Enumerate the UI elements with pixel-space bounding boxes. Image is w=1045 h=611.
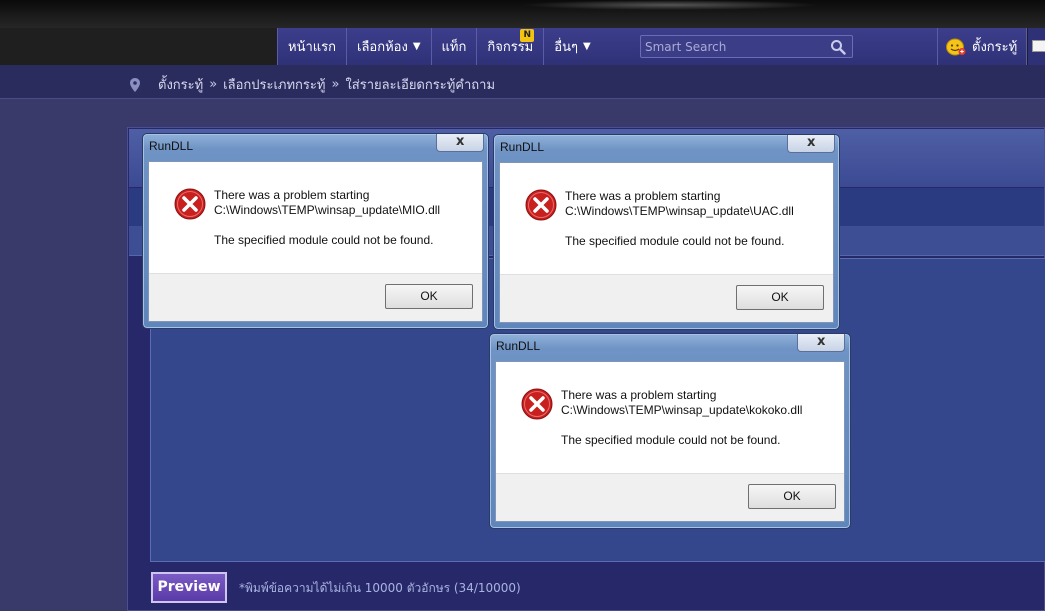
error-icon bbox=[525, 189, 557, 221]
breadcrumb-current: ใส่รายละเอียดกระทู้คำถาม bbox=[345, 78, 496, 93]
new-topic-button[interactable]: ตั้งกระทู้ bbox=[937, 28, 1027, 65]
new-topic-label: ตั้งกระทู้ bbox=[972, 40, 1018, 55]
char-counter: *พิมพ์ข้อความได้ไม่เกิน 10000 ตัวอักษร (… bbox=[239, 581, 521, 595]
close-icon: x bbox=[807, 135, 816, 150]
dialog-message-area: There was a problem starting C:\Windows\… bbox=[149, 162, 482, 274]
error-detail: The specified module could not be found. bbox=[561, 433, 781, 447]
search-icon[interactable] bbox=[830, 39, 846, 55]
breadcrumb: ตั้งกระทู้ » เลือกประเภทกระทู้ » ใส่รายล… bbox=[130, 74, 495, 95]
dialog-footer: OK bbox=[496, 473, 844, 521]
breadcrumb-separator: » bbox=[331, 77, 340, 92]
site-banner bbox=[0, 0, 1045, 28]
error-path: C:\Windows\TEMP\winsap_update\kokoko.dll bbox=[561, 403, 803, 417]
ok-button[interactable]: OK bbox=[736, 285, 824, 310]
error-path: C:\Windows\TEMP\winsap_update\MIO.dll bbox=[214, 203, 441, 217]
dialog-footer: OK bbox=[500, 274, 833, 322]
breadcrumb-link[interactable]: ตั้งกระทู้ bbox=[158, 74, 203, 95]
nav-bar: หน้าแรก เลือกห้อง ▼ แท็ก กิจกรรม N อื่นๆ… bbox=[0, 28, 1045, 65]
breadcrumb-separator: » bbox=[209, 77, 218, 92]
ok-button[interactable]: OK bbox=[748, 484, 836, 509]
dialog-message-area: There was a problem starting C:\Windows\… bbox=[500, 163, 833, 275]
nav-item-label: เลือกห้อง bbox=[357, 40, 408, 55]
dialog-message-area: There was a problem starting C:\Windows\… bbox=[496, 362, 844, 474]
error-message: There was a problem starting bbox=[561, 388, 717, 402]
error-icon bbox=[174, 188, 206, 220]
chevron-down-icon: ▼ bbox=[412, 41, 421, 52]
nav-item-label: หน้าแรก bbox=[288, 40, 336, 55]
nav-item-rooms[interactable]: เลือกห้อง ▼ bbox=[347, 28, 432, 65]
nav-item-activities[interactable]: กิจกรรม N bbox=[477, 28, 545, 65]
search-box bbox=[640, 35, 853, 58]
nav-menu: หน้าแรก เลือกห้อง ▼ แท็ก กิจกรรม N อื่นๆ… bbox=[277, 28, 602, 65]
dialog-body: There was a problem starting C:\Windows\… bbox=[148, 161, 483, 322]
error-detail: The specified module could not be found. bbox=[214, 233, 434, 247]
error-message: There was a problem starting bbox=[214, 188, 370, 202]
close-button[interactable]: x bbox=[436, 134, 484, 152]
rundll-dialog-mio: RunDLL x There was a problem starting C:… bbox=[142, 133, 489, 329]
location-pin-icon bbox=[130, 77, 140, 92]
error-message: There was a problem starting bbox=[565, 189, 721, 203]
smiley-plus-icon bbox=[946, 38, 966, 55]
dialog-body: There was a problem starting C:\Windows\… bbox=[499, 162, 834, 323]
close-button[interactable]: x bbox=[797, 334, 845, 352]
rundll-dialog-kokoko: RunDLL x There was a problem starting C:… bbox=[489, 333, 851, 529]
error-path: C:\Windows\TEMP\winsap_update\UAC.dll bbox=[565, 204, 794, 218]
breadcrumb-bar: ตั้งกระทู้ » เลือกประเภทกระทู้ » ใส่รายล… bbox=[0, 65, 1045, 99]
ok-button[interactable]: OK bbox=[385, 284, 473, 309]
new-badge: N bbox=[520, 29, 535, 42]
dialog-footer: OK bbox=[149, 273, 482, 321]
error-icon bbox=[521, 388, 553, 420]
dialog-title: RunDLL bbox=[500, 140, 545, 154]
preview-button[interactable]: Preview bbox=[151, 572, 227, 603]
error-detail: The specified module could not be found. bbox=[565, 234, 785, 248]
close-button[interactable]: x bbox=[787, 135, 835, 153]
dialog-body: There was a problem starting C:\Windows\… bbox=[495, 361, 845, 522]
dialog-title: RunDLL bbox=[496, 339, 541, 353]
nav-item-label: แท็ก bbox=[441, 40, 467, 55]
dialog-title: RunDLL bbox=[149, 139, 194, 153]
close-icon: x bbox=[817, 334, 826, 349]
mail-icon bbox=[1032, 40, 1045, 52]
nav-item-home[interactable]: หน้าแรก bbox=[277, 28, 347, 65]
search-input[interactable] bbox=[641, 36, 821, 58]
chevron-down-icon: ▼ bbox=[582, 41, 591, 52]
rundll-dialog-uac: RunDLL x There was a problem starting C:… bbox=[493, 134, 840, 330]
nav-item-tags[interactable]: แท็ก bbox=[432, 28, 478, 65]
mailbox[interactable] bbox=[1028, 28, 1045, 65]
nav-item-label: อื่นๆ bbox=[554, 40, 578, 55]
close-icon: x bbox=[456, 134, 465, 149]
breadcrumb-link[interactable]: เลือกประเภทกระทู้ bbox=[223, 74, 325, 95]
